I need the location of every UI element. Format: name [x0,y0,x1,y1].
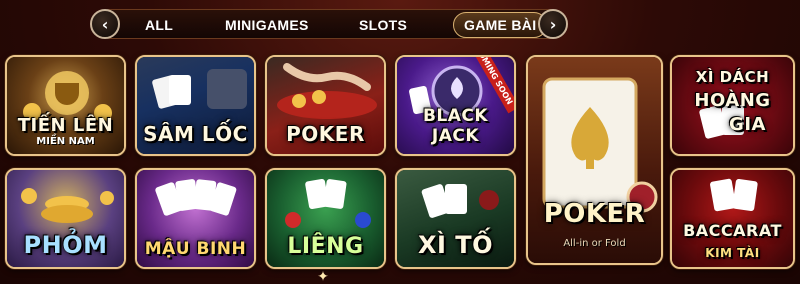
game-title: LIÊNG [287,234,364,259]
game-title-block: BACCARAT KIM TÀI [672,220,793,264]
game-tile-xi-dach-hoang-gia[interactable]: XÌ DÁCH HOÀNG GIA [670,55,795,156]
game-tile-mau-binh[interactable]: MẬU BINH [135,168,256,269]
game-title: POKER [286,122,365,146]
game-tile-lieng[interactable]: LIÊNG [265,168,386,269]
chevron-left-icon[interactable]: ‹ [90,9,120,39]
tab-slots[interactable]: SLOTS [359,10,407,40]
tab-game-bai[interactable]: GAME BÀI [453,12,548,38]
game-title-line-2: KIM TÀI [705,246,760,260]
sparkle-icon: ✦ [317,269,329,284]
game-title-line-1: BACCARAT [683,221,782,240]
game-title-line-1: XÌ DÁCH [695,68,770,86]
game-tile-tien-len[interactable]: TIẾN LÊN MIỀN NAM [5,55,126,156]
tab-all[interactable]: ALL [145,10,173,40]
game-subtitle: MIỀN NAM [36,136,95,147]
game-tile-poker[interactable]: POKER [265,55,386,156]
game-tile-baccarat-kim-tai[interactable]: BACCARAT KIM TÀI [670,168,795,269]
game-title: SÂM LỐC [143,122,248,146]
game-title-block: XÌ DÁCH HOÀNG GIA [672,65,793,137]
game-title: PHỎM [23,231,108,259]
chevron-left-glyph: ‹ [101,14,109,34]
game-subtitle: All-in or Fold [563,238,626,249]
chevron-right-icon[interactable]: › [538,9,568,39]
game-title: BLACK JACK [422,106,489,146]
game-title: XÌ TỐ [417,231,494,259]
game-tile-xi-to[interactable]: XÌ TỐ [395,168,516,269]
game-title-line-2: HOÀNG [694,90,771,111]
category-bar: ALL MINIGAMES SLOTS GAME BÀI [96,9,566,39]
game-tile-phom[interactable]: PHỎM [5,168,126,269]
game-title: MẬU BINH [144,239,247,259]
poker-allin-artwork [528,57,661,263]
chevron-right-glyph: › [549,14,557,34]
game-tile-poker-allin[interactable]: POKER All-in or Fold [526,55,663,265]
spade-card-icon [542,77,658,213]
tab-minigames[interactable]: MINIGAMES [225,10,309,40]
game-title: POKER [543,199,646,229]
game-title-line-3: GIA [729,114,766,135]
game-title: TIẾN LÊN [17,115,114,136]
game-tile-sam-loc[interactable]: SÂM LỐC [135,55,256,156]
game-tile-black-jack[interactable]: COMING SOON BLACK JACK [395,55,516,156]
